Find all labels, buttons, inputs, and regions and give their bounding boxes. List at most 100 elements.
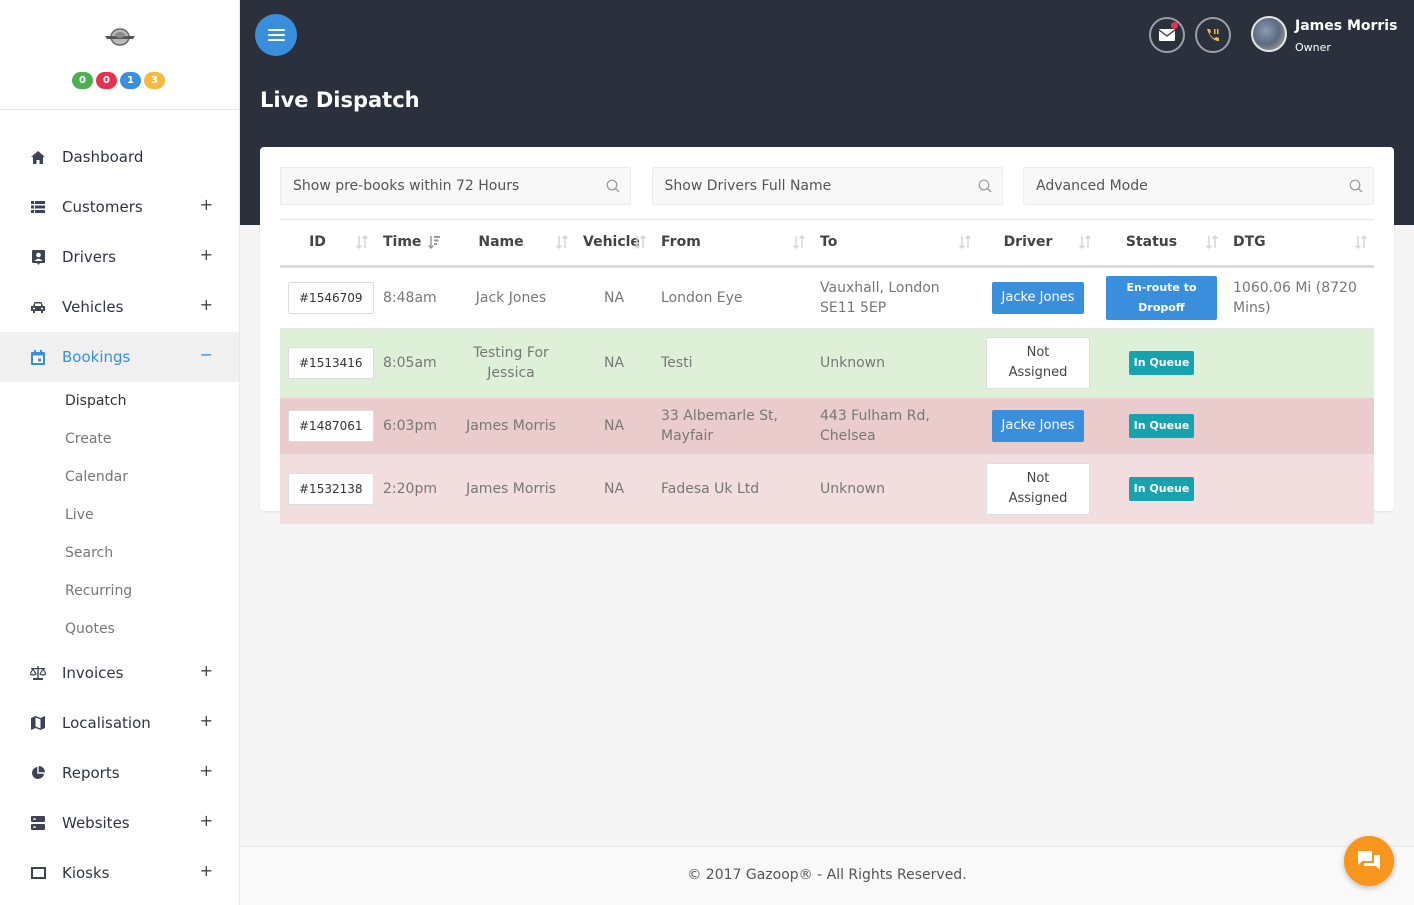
column-label: ID bbox=[309, 234, 326, 251]
chat-button[interactable] bbox=[1344, 836, 1394, 886]
prebooks-input[interactable] bbox=[281, 168, 630, 204]
submenu-item-calendar[interactable]: Calendar bbox=[0, 458, 239, 496]
prebooks-filter[interactable] bbox=[280, 167, 631, 205]
submenu-item-dispatch[interactable]: Dispatch bbox=[0, 382, 239, 420]
assign-driver-button[interactable]: Not Assigned bbox=[986, 336, 1090, 389]
driver-button[interactable]: Jacke Jones bbox=[991, 409, 1085, 442]
messages-button[interactable] bbox=[1149, 17, 1185, 53]
sort-icon[interactable] bbox=[792, 234, 806, 250]
column-header-time[interactable]: Time bbox=[375, 220, 447, 268]
calls-button[interactable] bbox=[1195, 17, 1231, 53]
sidebar-item-vehicles[interactable]: Vehicles + bbox=[0, 282, 239, 332]
submenu-item-search[interactable]: Search bbox=[0, 534, 239, 572]
expand-icon[interactable]: + bbox=[200, 245, 213, 264]
page-title: Live Dispatch bbox=[260, 88, 420, 112]
calendar-icon bbox=[30, 349, 46, 365]
sidebar-item-dashboard[interactable]: Dashboard bbox=[0, 132, 239, 182]
collapse-icon[interactable]: − bbox=[200, 345, 213, 364]
sidebar-item-label: Invoices bbox=[62, 664, 124, 682]
badge-count[interactable]: 0 bbox=[96, 72, 117, 89]
expand-icon[interactable]: + bbox=[200, 861, 213, 880]
cell-from: London Eye bbox=[653, 266, 812, 329]
cell-time: 8:48am bbox=[375, 266, 447, 329]
expand-icon[interactable]: + bbox=[200, 811, 213, 830]
sidebar-item-invoices[interactable]: Invoices + bbox=[0, 648, 239, 698]
cell-id: #1513416 bbox=[280, 328, 375, 398]
booking-id-button[interactable]: #1513416 bbox=[288, 346, 374, 379]
booking-id-button[interactable]: #1532138 bbox=[288, 472, 374, 505]
sidebar-item-localisation[interactable]: Localisation + bbox=[0, 698, 239, 748]
chat-icon bbox=[1358, 851, 1380, 870]
advanced-mode-filter[interactable] bbox=[1023, 167, 1374, 205]
column-header-from[interactable]: From bbox=[653, 220, 812, 268]
sort-desc-icon[interactable] bbox=[427, 234, 441, 250]
user-role: Owner bbox=[1295, 41, 1331, 54]
cell-status: In Queue bbox=[1098, 328, 1225, 398]
column-header-to[interactable]: To bbox=[812, 220, 978, 268]
column-header-driver[interactable]: Driver bbox=[978, 220, 1098, 268]
cell-status: In Queue bbox=[1098, 397, 1225, 455]
column-header-status[interactable]: Status bbox=[1098, 220, 1225, 268]
logo-icon[interactable] bbox=[103, 24, 137, 50]
user-name[interactable]: James Morris bbox=[1295, 18, 1397, 34]
footer: © 2017 Gazoop® - All Rights Reserved. bbox=[240, 846, 1414, 905]
sort-icon[interactable] bbox=[633, 234, 647, 250]
menu-toggle-button[interactable] bbox=[255, 14, 297, 56]
column-label: DTG bbox=[1233, 234, 1266, 251]
sidebar-item-drivers[interactable]: Drivers + bbox=[0, 232, 239, 282]
expand-icon[interactable]: + bbox=[200, 761, 213, 780]
table-row[interactable]: #1532138 2:20pm James Morris NA Fadesa U… bbox=[280, 454, 1374, 524]
advanced-mode-input[interactable] bbox=[1024, 168, 1373, 204]
filter-bar bbox=[280, 167, 1374, 205]
expand-icon[interactable]: + bbox=[200, 661, 213, 680]
sort-icon[interactable] bbox=[1354, 234, 1368, 250]
server-icon bbox=[30, 815, 46, 831]
expand-icon[interactable]: + bbox=[200, 295, 213, 314]
sort-icon[interactable] bbox=[355, 234, 369, 250]
sort-icon[interactable] bbox=[958, 234, 972, 250]
sidebar-item-customers[interactable]: Customers + bbox=[0, 182, 239, 232]
cell-id: #1532138 bbox=[280, 454, 375, 524]
column-header-vehicle[interactable]: Vehicle bbox=[575, 220, 653, 268]
column-header-id[interactable]: ID bbox=[280, 220, 375, 268]
cell-dtg bbox=[1225, 454, 1374, 524]
booking-id-button[interactable]: #1487061 bbox=[288, 409, 374, 442]
cell-id: #1487061 bbox=[280, 397, 375, 455]
sidebar-item-kiosks[interactable]: Kiosks + bbox=[0, 848, 239, 898]
drivers-name-filter[interactable] bbox=[651, 167, 1003, 205]
sidebar-item-label: Bookings bbox=[62, 348, 131, 366]
sidebar-item-websites[interactable]: Websites + bbox=[0, 798, 239, 848]
submenu-item-recurring[interactable]: Recurring bbox=[0, 572, 239, 610]
user-avatar[interactable] bbox=[1251, 16, 1287, 52]
drivers-name-input[interactable] bbox=[652, 168, 1002, 204]
driver-button[interactable]: Jacke Jones bbox=[991, 281, 1085, 314]
column-header-dtg[interactable]: DTG bbox=[1225, 220, 1374, 268]
submenu-item-quotes[interactable]: Quotes bbox=[0, 610, 239, 648]
badge-count[interactable]: 1 bbox=[120, 72, 141, 89]
sort-icon[interactable] bbox=[1078, 234, 1092, 250]
table-row[interactable]: #1487061 6:03pm James Morris NA 33 Albem… bbox=[280, 397, 1374, 455]
table-row[interactable]: #1513416 8:05am Testing For Jessica NA T… bbox=[280, 328, 1374, 398]
column-label: Status bbox=[1125, 234, 1178, 251]
search-icon[interactable] bbox=[978, 179, 992, 193]
submenu-item-create[interactable]: Create bbox=[0, 420, 239, 458]
expand-icon[interactable]: + bbox=[200, 711, 213, 730]
submenu-item-live[interactable]: Live bbox=[0, 496, 239, 534]
column-label: From bbox=[661, 234, 701, 251]
search-icon[interactable] bbox=[606, 179, 620, 193]
column-header-name[interactable]: Name bbox=[447, 220, 575, 268]
expand-icon[interactable]: + bbox=[200, 195, 213, 214]
booking-id-button[interactable]: #1546709 bbox=[288, 281, 374, 314]
sidebar-item-reports[interactable]: Reports + bbox=[0, 748, 239, 798]
cell-to: Unknown bbox=[812, 454, 978, 524]
badge-count[interactable]: 3 bbox=[144, 72, 165, 89]
table-row[interactable]: #1546709 8:48am Jack Jones NA London Eye… bbox=[280, 266, 1374, 329]
cell-driver: Jacke Jones bbox=[978, 397, 1098, 455]
sort-icon[interactable] bbox=[1205, 234, 1219, 250]
assign-driver-button[interactable]: Not Assigned bbox=[986, 462, 1090, 515]
search-icon[interactable] bbox=[1349, 179, 1363, 193]
sidebar-item-label: Dashboard bbox=[62, 148, 144, 166]
sidebar-item-bookings[interactable]: Bookings − bbox=[0, 332, 239, 382]
badge-count[interactable]: 0 bbox=[72, 72, 93, 89]
sort-icon[interactable] bbox=[555, 234, 569, 250]
